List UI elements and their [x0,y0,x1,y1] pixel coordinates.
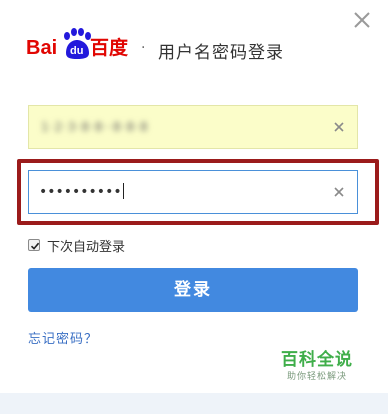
page-title: 用户名密码登录 [158,43,284,63]
watermark-subtitle: 助你轻松解决 [286,372,347,382]
username-input[interactable]: 1·2·3·8·8··8·8·8 [28,105,358,149]
clear-username-icon[interactable] [331,119,347,135]
footer-band [0,393,388,414]
svg-text:百度: 百度 [90,36,129,59]
checkmark-icon [30,242,40,250]
clear-password-icon[interactable] [331,184,347,200]
close-icon[interactable] [350,8,374,32]
password-input[interactable]: •••••••••• [28,170,358,214]
text-caret [122,183,124,199]
watermark-title: 百科全说 [281,350,353,370]
title-separator: · [141,40,146,56]
watermark: 百科全说 助你轻松解决 [276,350,358,384]
login-dialog: Bai du 百度 · 用户名密码登录 1·2·3·8·8··8·8·8 •••… [0,0,388,414]
forgot-password-link[interactable]: 忘记密码？ [28,328,98,347]
remember-checkbox[interactable] [28,239,40,251]
svg-text:du: du [70,45,83,57]
username-value: 1·2·3·8·8··8·8·8 [41,120,149,134]
password-dots: •••••••••• [39,184,122,200]
login-button[interactable]: 登录 [28,268,358,312]
password-value: •••••••••• [39,183,124,200]
svg-text:Bai: Bai [26,37,57,59]
remember-me: 下次自动登录 [28,236,126,255]
baidu-logo: Bai du 百度 [26,26,132,62]
remember-label: 下次自动登录 [47,239,126,255]
